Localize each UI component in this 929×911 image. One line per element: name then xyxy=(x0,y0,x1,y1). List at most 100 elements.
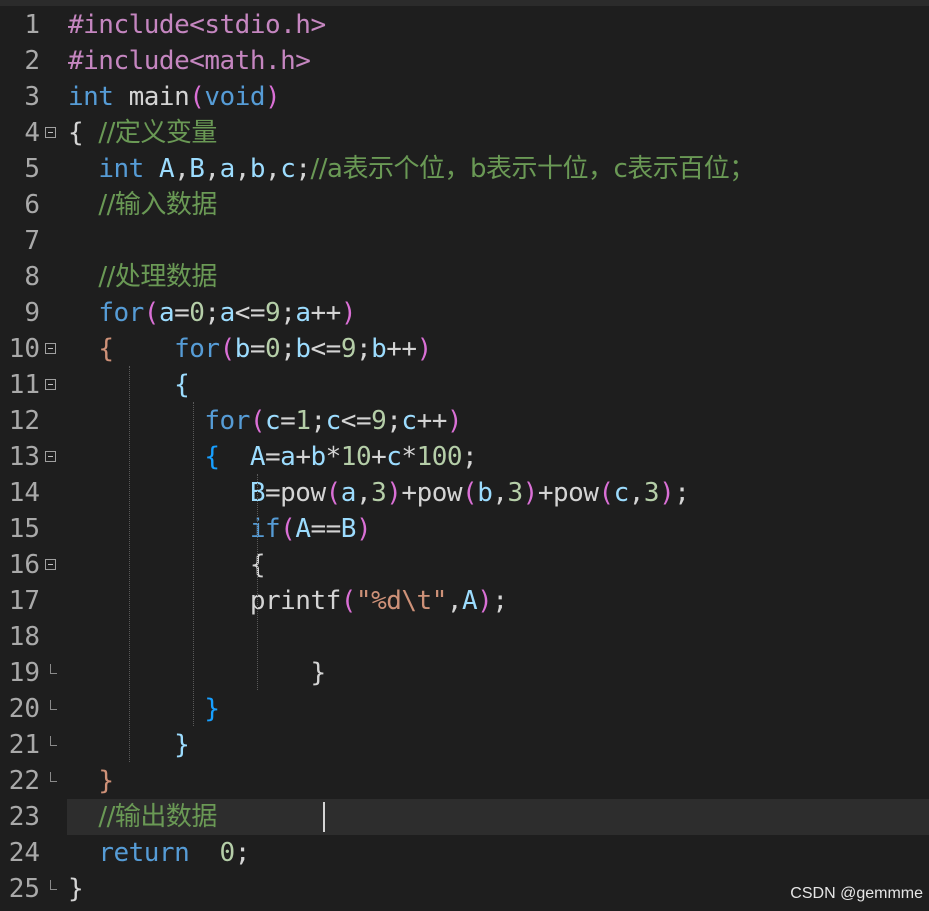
code-text[interactable]: int main(void) xyxy=(68,79,281,115)
code-token: ; xyxy=(280,334,296,364)
code-line[interactable]: 23 //输出数据 xyxy=(0,799,929,835)
code-token: int xyxy=(98,154,144,184)
code-token: } xyxy=(68,874,84,904)
code-token: printf xyxy=(249,586,341,616)
code-line[interactable]: 22 } xyxy=(0,763,929,799)
code-line[interactable]: 17 printf("%d\t",A); xyxy=(0,583,929,619)
line-number: 19 xyxy=(8,658,40,688)
code-line[interactable]: 12 for(c=1;c<=9;c++) xyxy=(0,403,929,439)
line-number: 18 xyxy=(8,622,40,652)
code-token: //处理数据 xyxy=(98,262,217,292)
code-token: 100 xyxy=(416,442,463,472)
code-token: void xyxy=(204,82,266,112)
code-token: A xyxy=(249,442,266,472)
line-number: 2 xyxy=(24,46,40,76)
code-editor[interactable]: 1 #include<stdio.h> 2 #include<math.h> 3 int … xyxy=(0,0,929,911)
code-text[interactable]: #include<math.h> xyxy=(68,43,311,79)
text-cursor xyxy=(323,802,325,832)
line-number: 12 xyxy=(8,406,40,436)
code-line[interactable]: 8 //处理数据 xyxy=(0,259,929,295)
code-text[interactable]: } xyxy=(68,871,84,907)
code-token: 9 xyxy=(371,406,387,436)
fold-collapse-icon[interactable] xyxy=(45,451,56,462)
code-text[interactable]: #include<stdio.h> xyxy=(68,7,326,43)
code-line[interactable]: 7 xyxy=(0,223,929,259)
code-token: 3 xyxy=(507,478,524,508)
code-line[interactable]: 1 #include<stdio.h> xyxy=(0,7,929,43)
code-token: 9 xyxy=(265,298,281,328)
fold-line-marker xyxy=(50,736,51,745)
code-token: } xyxy=(310,658,326,688)
code-text[interactable]: int A,B,a,b,c;//a表示个位，b表示十位，c表示百位； xyxy=(68,151,755,187)
code-line[interactable]: 24 return 0; xyxy=(0,835,929,871)
code-token: ; xyxy=(462,442,478,472)
code-text[interactable]: { xyxy=(68,547,266,583)
code-text[interactable]: B=pow(a,3)+pow(b,3)+pow(c,3); xyxy=(68,475,690,511)
line-number: 25 xyxy=(8,874,40,904)
fold-collapse-icon[interactable] xyxy=(45,559,56,570)
code-token: ( xyxy=(143,298,160,328)
fold-collapse-icon[interactable] xyxy=(45,343,56,354)
code-token: , xyxy=(174,154,190,184)
code-token: , xyxy=(492,478,508,508)
code-token: c xyxy=(613,478,630,508)
code-line[interactable]: 19 } xyxy=(0,655,929,691)
code-token: <= xyxy=(310,334,342,364)
code-token: 10 xyxy=(340,442,372,472)
code-token: c xyxy=(280,154,296,184)
fold-collapse-icon[interactable] xyxy=(45,127,56,138)
line-number: 3 xyxy=(24,82,40,112)
code-text[interactable]: //输出数据 xyxy=(68,799,217,835)
code-token: 0 xyxy=(189,298,205,328)
code-token: pow xyxy=(552,478,599,508)
code-line[interactable]: 14 B=pow(a,3)+pow(b,3)+pow(c,3); xyxy=(0,475,929,511)
code-token: , xyxy=(355,478,372,508)
code-text[interactable]: return 0; xyxy=(68,835,250,871)
code-text[interactable]: } xyxy=(68,691,220,727)
code-token: ) xyxy=(386,478,402,508)
fold-collapse-icon[interactable] xyxy=(45,379,56,390)
code-text[interactable]: { for(b=0;b<=9;b++) xyxy=(68,331,432,367)
code-token: a xyxy=(219,154,236,184)
code-token: ; xyxy=(295,154,311,184)
code-text[interactable]: } xyxy=(68,763,114,799)
code-token: B xyxy=(189,154,205,184)
code-text[interactable]: if(A==B) xyxy=(68,511,372,547)
code-line[interactable]: 11 { xyxy=(0,367,929,403)
code-line[interactable]: 6 //输入数据 xyxy=(0,187,929,223)
code-token: ++ xyxy=(386,334,417,364)
code-line[interactable]: 20 } xyxy=(0,691,929,727)
code-line[interactable]: 9 for(a=0;a<=9;a++) xyxy=(0,295,929,331)
code-token: 0 xyxy=(265,334,281,364)
code-line[interactable]: 4 { //定义变量 xyxy=(0,115,929,151)
code-line[interactable]: 16 { xyxy=(0,547,929,583)
code-token: , xyxy=(234,154,251,184)
code-text[interactable]: for(a=0;a<=9;a++) xyxy=(68,295,356,331)
code-line[interactable]: 10 { for(b=0;b<=9;b++) xyxy=(0,331,929,367)
code-line[interactable]: 2 #include<math.h> xyxy=(0,43,929,79)
code-line[interactable]: 5 int A,B,a,b,c;//a表示个位，b表示十位，c表示百位； xyxy=(0,151,929,187)
code-line[interactable]: 3 int main(void) xyxy=(0,79,929,115)
code-token: A xyxy=(158,154,175,184)
fold-end-marker xyxy=(50,781,57,782)
code-text[interactable]: } xyxy=(68,655,326,691)
code-token: for xyxy=(204,406,250,436)
code-line[interactable]: 18 xyxy=(0,619,929,655)
code-line[interactable]: 15 if(A==B) xyxy=(0,511,929,547)
code-token: == xyxy=(310,514,341,544)
line-number: 4 xyxy=(24,118,40,148)
code-text[interactable]: //处理数据 xyxy=(68,259,217,295)
code-text[interactable]: printf("%d\t",A); xyxy=(68,583,508,619)
code-line[interactable]: 13 { A=a+b*10+c*100; xyxy=(0,439,929,475)
code-token: b xyxy=(249,154,266,184)
code-line[interactable]: 21 } xyxy=(0,727,929,763)
code-token: 1 xyxy=(295,406,311,436)
code-text[interactable]: { //定义变量 xyxy=(68,115,217,151)
code-text[interactable]: //输入数据 xyxy=(68,187,217,223)
code-text[interactable]: for(c=1;c<=9;c++) xyxy=(68,403,462,439)
